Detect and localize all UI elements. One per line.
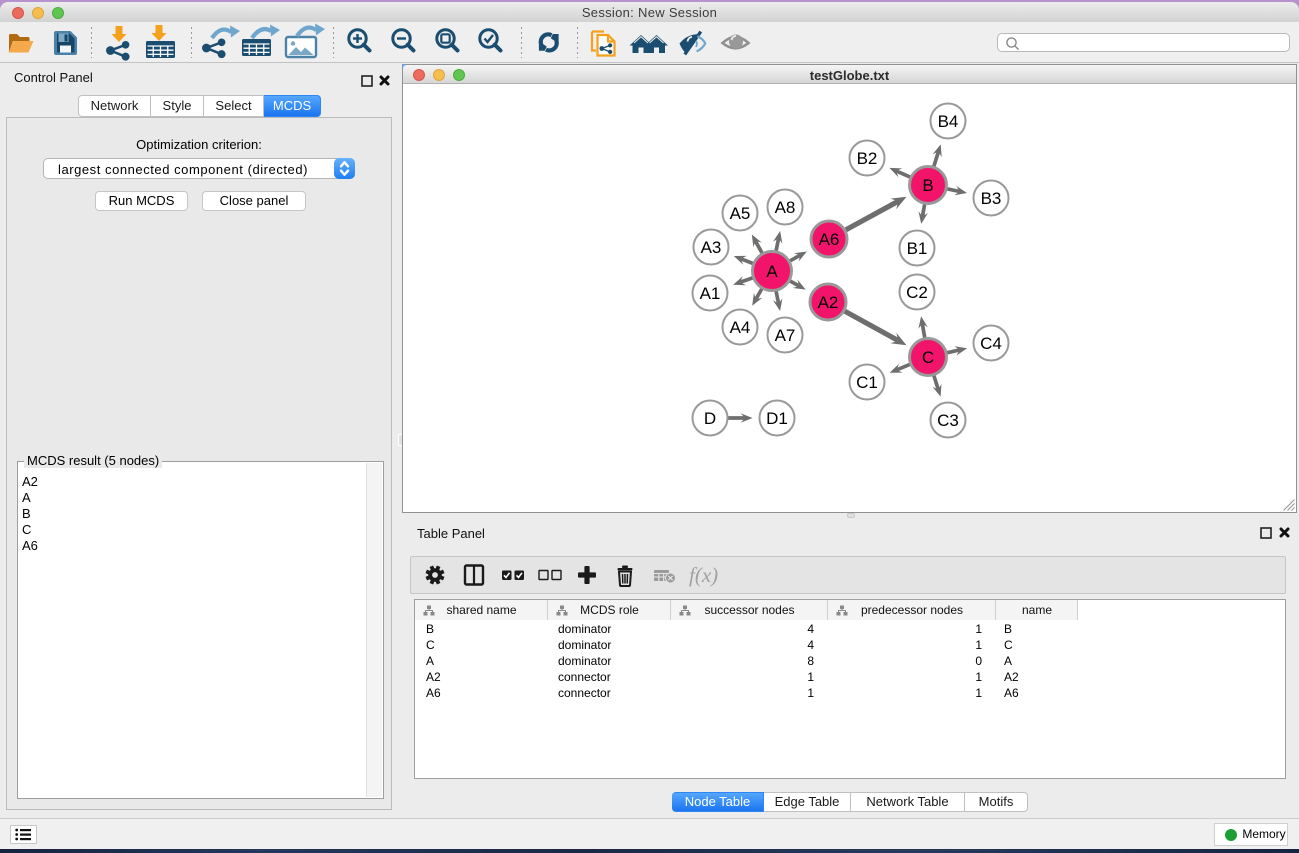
svg-text:B4: B4 [938,112,959,131]
svg-text:A8: A8 [775,198,796,217]
svg-text:A7: A7 [775,326,796,345]
svg-text:B1: B1 [907,239,928,258]
svg-text:f(x): f(x) [689,563,718,587]
svg-text:A5: A5 [730,204,751,223]
svg-text:D: D [704,409,716,428]
svg-text:C4: C4 [980,334,1002,353]
svg-text:A1: A1 [700,284,721,303]
svg-text:A3: A3 [701,238,722,257]
svg-text:D1: D1 [766,409,788,428]
svg-text:A: A [766,262,778,281]
svg-text:A4: A4 [730,318,751,337]
svg-text:B3: B3 [981,189,1002,208]
svg-text:A6: A6 [819,230,840,249]
svg-text:A2: A2 [818,293,839,312]
svg-text:C: C [922,348,934,367]
svg-text:C2: C2 [906,283,928,302]
svg-text:B: B [922,176,933,195]
svg-text:C3: C3 [937,411,959,430]
svg-text:B2: B2 [857,149,878,168]
svg-text:C1: C1 [856,373,878,392]
